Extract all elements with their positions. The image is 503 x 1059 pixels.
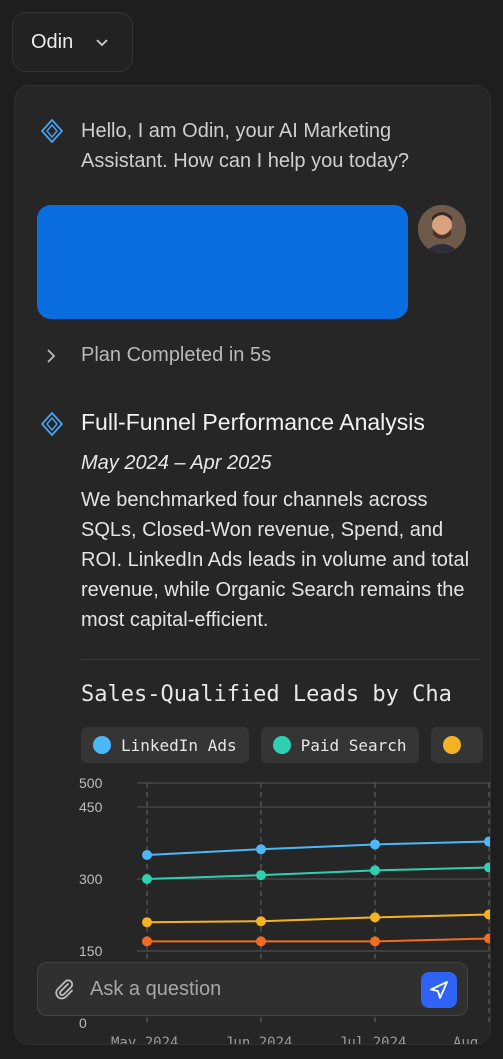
data-point xyxy=(484,909,490,920)
model-picker-label: Odin xyxy=(31,30,74,53)
send-icon xyxy=(430,981,448,999)
data-point xyxy=(484,836,490,847)
data-point xyxy=(370,865,380,876)
data-point xyxy=(256,916,266,927)
y-tick-label: 500 xyxy=(79,775,103,791)
x-tick-label: May 2024 xyxy=(111,1035,178,1045)
data-point xyxy=(484,862,490,873)
model-picker[interactable]: Odin xyxy=(12,12,133,72)
series-line xyxy=(146,866,490,880)
series-line xyxy=(147,937,490,943)
send-button[interactable] xyxy=(421,972,457,1008)
data-point xyxy=(142,936,152,947)
chevron-down-icon xyxy=(96,39,108,47)
ask-bar[interactable] xyxy=(37,962,468,1016)
x-tick-label: Aug 2024 xyxy=(453,1035,491,1045)
ask-input[interactable] xyxy=(90,977,410,1001)
data-point xyxy=(370,936,380,947)
y-tick-label: 300 xyxy=(79,871,103,887)
x-tick-label: Jun 2024 xyxy=(225,1035,292,1045)
data-point xyxy=(256,870,266,881)
paperclip-icon[interactable] xyxy=(52,977,76,1001)
series-line xyxy=(146,840,490,856)
data-point xyxy=(142,917,152,928)
series-line xyxy=(146,913,490,924)
data-point xyxy=(370,912,380,923)
data-point xyxy=(484,933,490,944)
y-tick-label: 0 xyxy=(79,1015,87,1031)
data-point xyxy=(256,936,266,947)
sql-line-chart: 500 450 300 150 0 May 2024 Jun 2024 Jul 2024 Aug… xyxy=(79,775,491,1045)
chat-panel: Hello, I am Odin, your AI Marketing Assi… xyxy=(14,85,491,1045)
data-point xyxy=(370,839,380,850)
data-point xyxy=(142,850,152,860)
y-tick-label: 450 xyxy=(79,799,103,815)
data-point xyxy=(142,874,152,884)
y-tick-label: 150 xyxy=(79,943,103,959)
x-tick-label: Jul 2024 xyxy=(339,1035,406,1045)
data-point xyxy=(256,844,266,855)
